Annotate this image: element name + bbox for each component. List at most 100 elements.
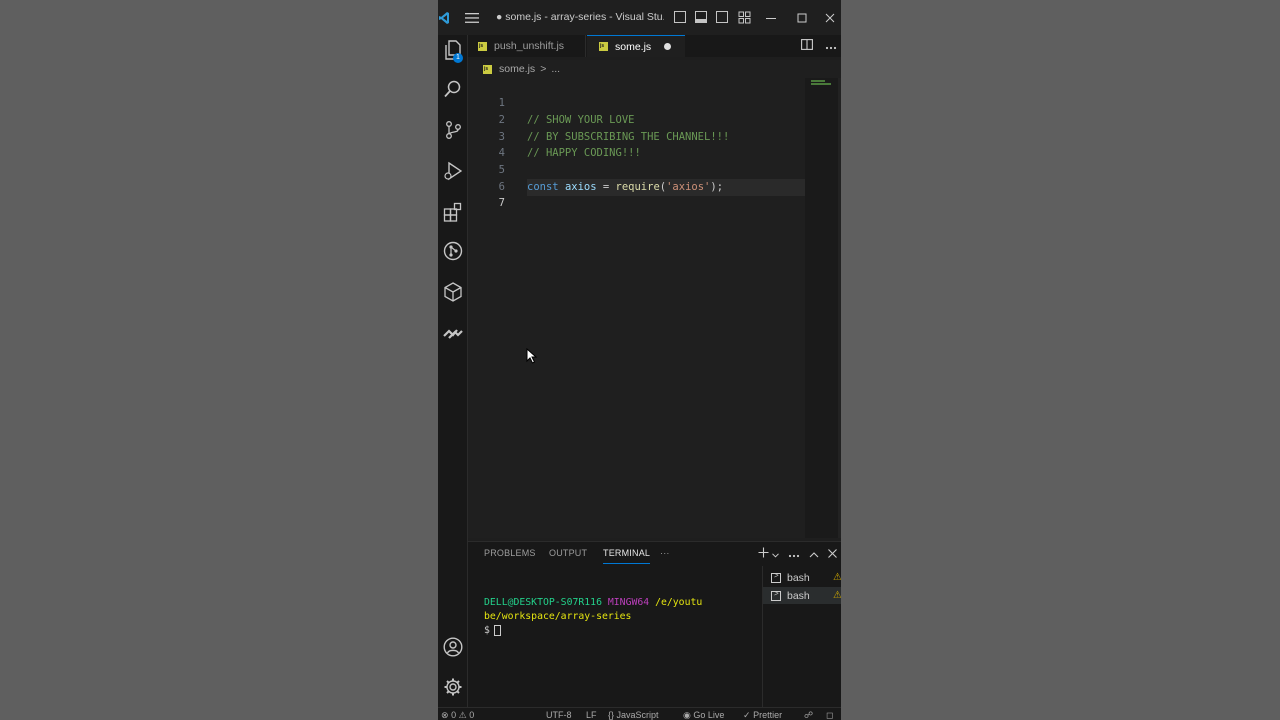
language-status[interactable]: {} JavaScript (608, 710, 659, 720)
code-line[interactable]: 3 // HAPPY CODING!!! (468, 112, 805, 160)
breadcrumb-symbols[interactable]: ... (551, 63, 560, 75)
maximize-panel-chevron-up-icon[interactable] (809, 547, 819, 561)
check-icon: ✓ (743, 710, 751, 720)
js-file-icon (483, 64, 492, 74)
tab-label: push_unshift.js (494, 40, 565, 52)
terminal-icon (771, 589, 781, 601)
breadcrumb-separator: > (540, 63, 547, 75)
toggle-panel-icon[interactable] (695, 11, 707, 23)
problems-status[interactable]: ⊗ 0 ⚠ 0 (441, 710, 474, 720)
close-panel-icon[interactable] (828, 547, 837, 561)
account-icon[interactable] (438, 632, 468, 662)
prettier-status[interactable]: ✓ Prettier (743, 710, 782, 720)
js-file-icon (478, 41, 487, 51)
terminal-list: bash ⚠ bash ⚠ (762, 566, 841, 708)
error-count: 0 (451, 710, 457, 720)
more-actions-icon[interactable] (825, 39, 837, 53)
go-live-status[interactable]: ◉ Go Live (683, 710, 724, 720)
tab-push-unshift-js[interactable]: push_unshift.js (468, 35, 586, 57)
terminal-output[interactable]: DELL@DESKTOP-S07R116 MINGW64 /e/youtu be… (468, 566, 762, 708)
panel-more-icon[interactable]: ··· (660, 548, 670, 558)
tab-problems[interactable]: PROBLEMS (484, 548, 536, 558)
language-mode: JavaScript (616, 710, 659, 720)
git-graph-icon[interactable] (438, 236, 468, 266)
terminal-prompt-line: $ (484, 624, 762, 638)
code-editor[interactable]: 1 // SHOW YOUR LOVE 2 // BY SUBSCRIBING … (468, 78, 816, 538)
status-bar: ⊗ 0 ⚠ 0 UTF-8 LF {} JavaScript ◉ Go Live… (438, 707, 841, 720)
breadcrumb: some.js > ... (468, 60, 841, 78)
terminal-prompt-header: DELL@DESKTOP-S07R116 MINGW64 /e/youtu (484, 596, 762, 610)
breadcrumb-file[interactable]: some.js (499, 63, 535, 75)
vscode-logo-icon (438, 0, 450, 35)
maximize-icon[interactable] (787, 0, 817, 35)
settings-gear-icon[interactable] (438, 672, 468, 702)
mouse-pointer-icon (526, 348, 538, 364)
terminal-prompt: $ (484, 625, 490, 636)
minimap-line (811, 80, 825, 82)
minimap-line (811, 83, 831, 85)
unsaved-changes-dot-icon[interactable] (664, 43, 671, 50)
code-line[interactable]: 5 const axios = require('axios'); (468, 145, 805, 193)
tab-output[interactable]: OUTPUT (549, 548, 587, 558)
title-bar: ● some.js - array-series - Visual Stu... (438, 0, 841, 35)
terminal-tab-bash[interactable]: bash ⚠ (763, 569, 841, 586)
panel-actions (758, 542, 841, 566)
tab-label: some.js (615, 40, 652, 53)
minimap[interactable] (805, 78, 838, 538)
terminal-user: DELL@DESKTOP-S07R116 (484, 597, 602, 608)
video-frame-background: ● some.js - array-series - Visual Stu...… (0, 0, 1280, 720)
tab-some-js[interactable]: some.js (587, 35, 685, 57)
panel-more-actions-icon[interactable] (788, 547, 800, 561)
terminal-dropdown-chevron-icon[interactable] (772, 547, 779, 561)
code-line[interactable]: 1 // SHOW YOUR LOVE (468, 79, 805, 126)
extensions-icon[interactable] (438, 197, 468, 227)
code-line[interactable]: 6 (468, 162, 805, 193)
warning-count: 0 (469, 710, 475, 720)
toggle-secondary-sidebar-icon[interactable] (716, 11, 728, 23)
minimize-icon[interactable] (756, 0, 786, 35)
close-window-icon[interactable] (818, 0, 841, 35)
js-file-icon (599, 42, 608, 51)
terminal-icon (771, 571, 781, 583)
vscode-window: ● some.js - array-series - Visual Stu...… (438, 0, 841, 720)
toggle-primary-sidebar-icon[interactable] (674, 11, 686, 23)
live-share-icon[interactable] (438, 318, 468, 348)
terminal-path-continued: be/workspace/array-series (484, 611, 632, 622)
broadcast-icon: ◉ (683, 710, 691, 720)
go-live-label: Go Live (693, 710, 725, 720)
warning-icon: ⚠ (833, 590, 841, 601)
warning-icon: ⚠ (458, 710, 467, 720)
code-line[interactable]: 4 (468, 129, 805, 159)
notifications-bell-icon[interactable]: ◻ (826, 710, 833, 720)
encoding-status[interactable]: UTF-8 (546, 710, 572, 720)
terminal-host: MINGW64 (607, 597, 650, 608)
error-icon: ⊗ (441, 710, 449, 720)
remote-explorer-box-icon[interactable] (438, 277, 468, 307)
activity-bar: 1 (438, 35, 468, 707)
code-line[interactable]: 2 // BY SUBSCRIBING THE CHANNEL!!! (468, 95, 805, 143)
run-and-debug-icon[interactable] (438, 156, 468, 186)
feedback-icon[interactable]: ☍ (804, 710, 813, 720)
editor-actions (801, 35, 841, 57)
terminal-path: /e/youtu (655, 597, 703, 608)
terminal-label: bash (787, 571, 810, 584)
split-editor-icon[interactable] (801, 39, 813, 53)
braces-icon: {} (608, 710, 615, 720)
explorer-badge: 1 (453, 53, 463, 63)
prettier-label: Prettier (753, 710, 783, 720)
terminal-tab-bash[interactable]: bash ⚠ (763, 587, 841, 604)
explorer-files-icon[interactable]: 1 (438, 35, 468, 65)
source-control-icon[interactable] (438, 115, 468, 145)
hamburger-menu-icon[interactable] (460, 0, 484, 35)
search-icon[interactable] (438, 74, 468, 104)
new-terminal-plus-icon[interactable] (758, 547, 769, 561)
code-line[interactable]: 7 (468, 179, 805, 209)
bottom-panel: PROBLEMS OUTPUT TERMINAL ··· DELL@DESKTO… (468, 541, 841, 708)
tab-terminal[interactable]: TERMINAL (603, 548, 651, 564)
terminal-label: bash (787, 589, 810, 602)
customize-layout-icon[interactable] (738, 11, 751, 24)
editor-scrollbar[interactable] (838, 78, 841, 538)
terminal-cursor (493, 624, 501, 636)
eol-status[interactable]: LF (586, 710, 597, 720)
warning-icon: ⚠ (833, 572, 841, 583)
